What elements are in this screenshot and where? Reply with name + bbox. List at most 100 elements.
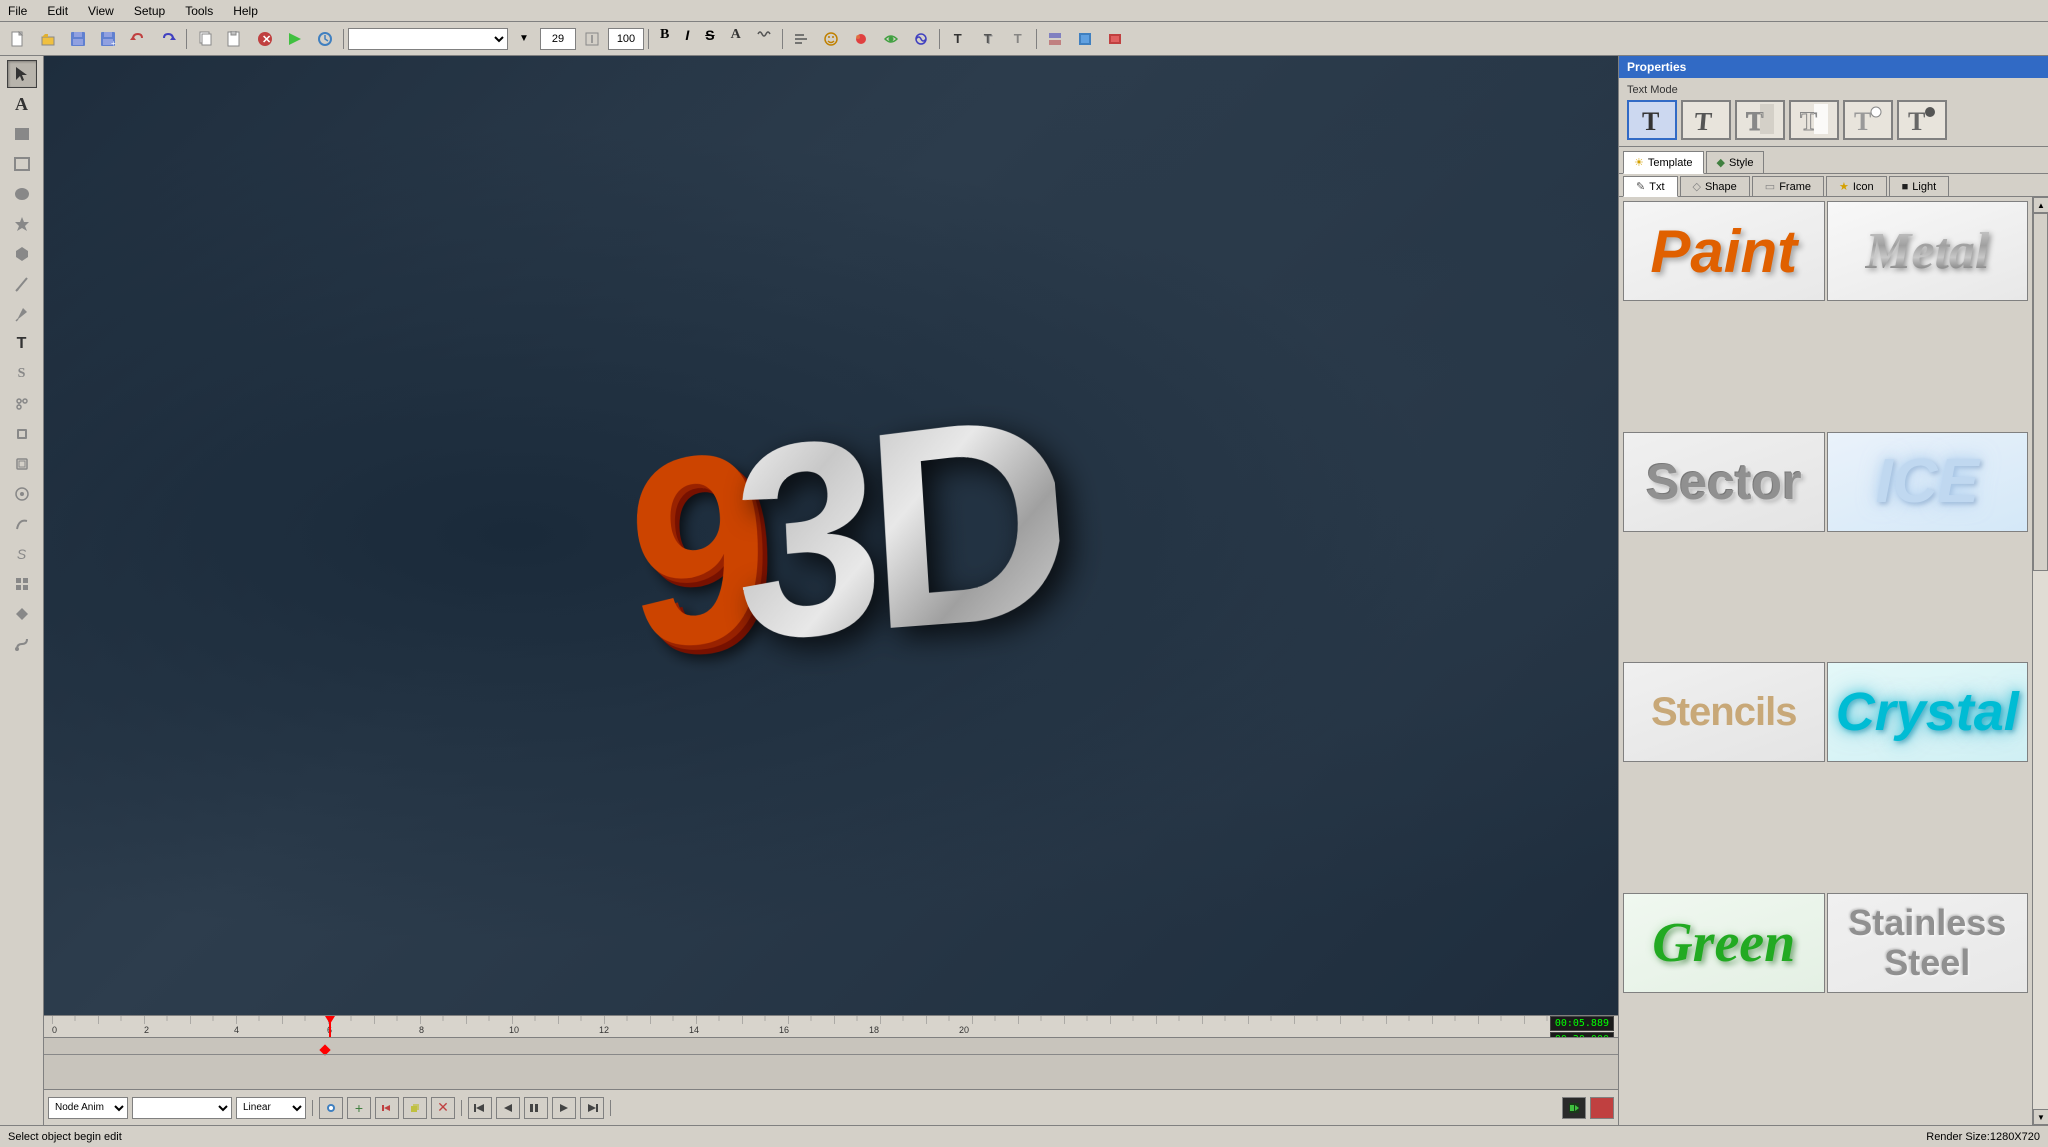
font-size-decrease[interactable]: ▼ [510, 26, 538, 52]
interpolation-dropdown[interactable]: Linear [236, 1097, 306, 1119]
go-start-button[interactable] [468, 1097, 492, 1119]
tool-a[interactable] [7, 420, 37, 448]
record-button[interactable] [1562, 1097, 1586, 1119]
rect-tool[interactable] [7, 150, 37, 178]
font-size-button2[interactable] [578, 26, 606, 52]
text-style-button[interactable]: A [724, 26, 748, 52]
saveas-button[interactable]: + [94, 26, 122, 52]
text-3d-button[interactable]: T [944, 26, 972, 52]
frame-subtab[interactable]: ▭ Frame [1752, 176, 1824, 196]
play-button[interactable] [524, 1097, 548, 1119]
canvas-viewport[interactable]: 9 3D [44, 56, 1618, 1015]
go-end-button[interactable] [580, 1097, 604, 1119]
rect-fill-tool[interactable] [7, 120, 37, 148]
render-full-button[interactable] [1590, 1097, 1614, 1119]
strikethrough-button[interactable]: S [698, 26, 721, 52]
tool-c[interactable] [7, 480, 37, 508]
pencil-tool[interactable] [7, 270, 37, 298]
tool-g[interactable] [7, 630, 37, 658]
style-crystal[interactable]: Crystal [1827, 662, 2029, 762]
color-button[interactable] [847, 26, 875, 52]
bezier-tool[interactable] [7, 510, 37, 538]
select-tool[interactable] [7, 60, 37, 88]
duplicate-keyframe-button[interactable] [403, 1097, 427, 1119]
text-mode-btn-5[interactable]: T [1843, 100, 1893, 140]
paste-button[interactable] [221, 26, 249, 52]
menu-edit[interactable]: Edit [43, 2, 72, 20]
copy-button[interactable] [191, 26, 219, 52]
text-mode-btn-2[interactable]: T [1681, 100, 1731, 140]
pen-tool[interactable] [7, 300, 37, 328]
menu-help[interactable]: Help [229, 2, 262, 20]
icon-subtab[interactable]: ★ Icon [1826, 176, 1887, 196]
delete-button[interactable]: ✕ [251, 26, 279, 52]
transform-tool[interactable] [7, 390, 37, 418]
style-stainless[interactable]: Stainless Steel [1827, 893, 2029, 993]
scroll-down-button[interactable]: ▼ [2033, 1109, 2048, 1125]
scroll-thumb[interactable] [2033, 213, 2048, 571]
delete-keyframe-button[interactable]: ✕ [431, 1097, 455, 1119]
track-content[interactable] [44, 1038, 1618, 1089]
text-outline-button[interactable]: T [974, 26, 1002, 52]
tool-b[interactable] [7, 450, 37, 478]
text-mode-btn-3[interactable]: T T [1735, 100, 1785, 140]
style-tab[interactable]: ◆ Style [1706, 151, 1765, 173]
text-mode-btn-1[interactable]: T [1627, 100, 1677, 140]
text-mode-btn-6[interactable]: T [1897, 100, 1947, 140]
scroll-track[interactable] [2033, 213, 2048, 1109]
style-metal[interactable]: Metal [1827, 201, 2029, 301]
shape-subtab[interactable]: ◇ Shape [1680, 176, 1750, 196]
text-mode-btn-4[interactable]: T T [1789, 100, 1839, 140]
tool-e[interactable] [7, 570, 37, 598]
light-subtab[interactable]: ■ Light [1889, 176, 1950, 196]
bold-button[interactable]: B [653, 26, 676, 52]
layer-button[interactable] [1041, 26, 1069, 52]
align-left-button[interactable] [787, 26, 815, 52]
text-shadow-button[interactable]: T [1004, 26, 1032, 52]
italic-button[interactable]: I [678, 26, 696, 52]
font-size-field[interactable]: 29 [540, 28, 576, 50]
template-tab[interactable]: ☀ Template [1623, 151, 1704, 174]
step-back-button[interactable] [496, 1097, 520, 1119]
style-green[interactable]: Green [1623, 893, 1825, 993]
layer2-button[interactable] [1071, 26, 1099, 52]
render2-button[interactable] [311, 26, 339, 52]
ellipse-tool[interactable] [7, 180, 37, 208]
add-keyframe-button[interactable]: + [347, 1097, 371, 1119]
ruler-content[interactable]: 0 2 4 6 8 10 12 14 16 18 20 [52, 1016, 1614, 1037]
undo-button[interactable] [124, 26, 152, 52]
tool-f[interactable] [7, 600, 37, 628]
star-tool[interactable] [7, 210, 37, 238]
face-icon-button[interactable] [817, 26, 845, 52]
wavy-button[interactable] [750, 26, 778, 52]
prev-keyframe-button[interactable] [375, 1097, 399, 1119]
style-paint[interactable]: Paint [1623, 201, 1825, 301]
text-tool[interactable]: A [7, 90, 37, 118]
save-button[interactable] [64, 26, 92, 52]
font-dropdown[interactable] [348, 28, 508, 50]
keyframe-mode-button[interactable] [319, 1097, 343, 1119]
redo-button[interactable] [154, 26, 182, 52]
menu-tools[interactable]: Tools [181, 2, 217, 20]
menu-setup[interactable]: Setup [130, 2, 169, 20]
scroll-up-button[interactable]: ▲ [2033, 197, 2048, 213]
txt-subtab[interactable]: ✎ Txt [1623, 176, 1678, 197]
playhead[interactable] [329, 1016, 331, 1037]
menu-view[interactable]: View [84, 2, 118, 20]
stroke-tool[interactable]: S [7, 360, 37, 388]
render-button[interactable] [281, 26, 309, 52]
new-button[interactable] [4, 26, 32, 52]
export-button[interactable] [1101, 26, 1129, 52]
open-button[interactable] [34, 26, 62, 52]
size2-field[interactable]: 100 [608, 28, 644, 50]
style-sector[interactable]: Sector [1623, 432, 1825, 532]
track-name-dropdown[interactable] [132, 1097, 232, 1119]
animation-mode-dropdown[interactable]: Node Anim [48, 1097, 128, 1119]
step-forward-button[interactable] [552, 1097, 576, 1119]
type-tool[interactable]: T [7, 330, 37, 358]
style-stencils[interactable]: Stencils [1623, 662, 1825, 762]
tool-d[interactable]: S [7, 540, 37, 568]
polygon-tool[interactable] [7, 240, 37, 268]
menu-file[interactable]: File [4, 2, 31, 20]
eye-button[interactable] [877, 26, 905, 52]
